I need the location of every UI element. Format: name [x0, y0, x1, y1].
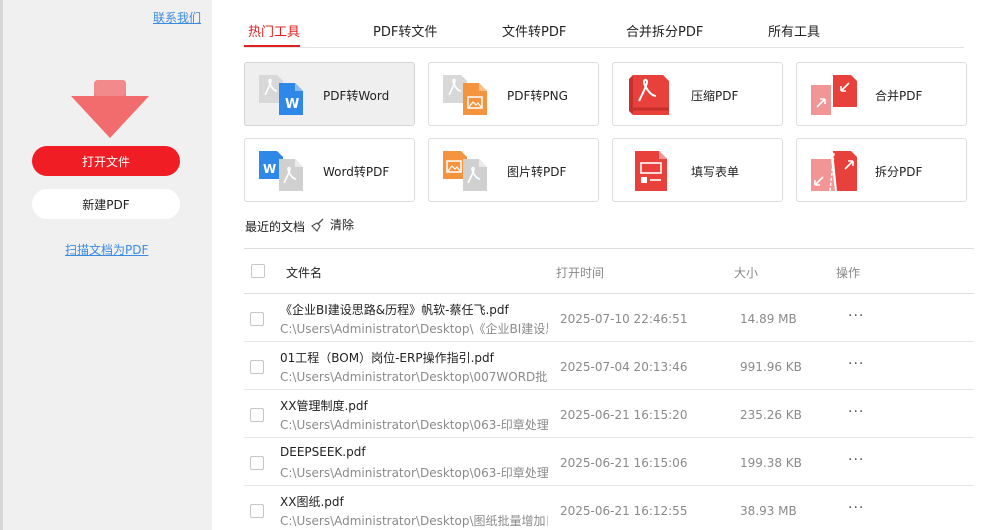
tool-pdf-to-png[interactable]: PDF转PNG — [428, 62, 599, 126]
tool-tabs: 热门工具 PDF转文件 文件转PDF 合并拆分PDF 所有工具 — [212, 0, 981, 50]
more-options-icon[interactable]: ··· — [848, 308, 864, 324]
file-name: DEEPSEEK.pdf — [280, 445, 366, 459]
file-name: XX图纸.pdf — [280, 495, 344, 509]
tool-label: 压缩PDF — [691, 89, 739, 103]
clear-recent-button[interactable]: 清除 — [311, 216, 354, 233]
tool-split-pdf[interactable]: 拆分PDF — [796, 138, 967, 202]
tab-file-to-pdf[interactable]: 文件转PDF — [502, 21, 566, 40]
tool-pdf-to-word[interactable]: W PDF转Word — [244, 62, 415, 126]
file-path: C:\Users\Administrator\Desktop\图纸批量增加日 — [280, 514, 548, 528]
tool-fill-form[interactable]: 填写表单 — [612, 138, 783, 202]
drop-file-arrow-icon — [71, 80, 149, 138]
file-path: C:\Users\Administrator\Desktop\063-印章处理\ — [280, 418, 548, 432]
column-header-size: 大小 — [734, 266, 759, 280]
tool-image-to-pdf[interactable]: 图片转PDF — [428, 138, 599, 202]
tabs-divider — [244, 47, 964, 48]
row-checkbox[interactable] — [250, 408, 264, 422]
tool-word-to-pdf[interactable]: W Word转PDF — [244, 138, 415, 202]
svg-text:W: W — [263, 162, 276, 176]
tool-label: PDF转Word — [323, 89, 390, 103]
file-size: 199.38 KB — [740, 456, 802, 470]
more-options-icon[interactable]: ··· — [848, 356, 864, 372]
table-row[interactable]: 01工程（BOM）岗位-ERP操作指引.pdf C:\Users\Adminis… — [244, 342, 974, 390]
svg-text:W: W — [285, 97, 299, 112]
tab-merge-split[interactable]: 合并拆分PDF — [626, 21, 703, 40]
table-row[interactable]: XX管理制度.pdf C:\Users\Administrator\Deskto… — [244, 390, 974, 438]
open-file-button[interactable]: 打开文件 — [32, 146, 180, 176]
table-row[interactable]: DEEPSEEK.pdf C:\Users\Administrator\Desk… — [244, 438, 974, 486]
column-header-action: 操作 — [836, 266, 861, 280]
file-size: 14.89 MB — [740, 312, 797, 326]
tool-merge-pdf[interactable]: 合并PDF — [796, 62, 967, 126]
new-pdf-button[interactable]: 新建PDF — [32, 189, 180, 219]
tool-label: 合并PDF — [875, 89, 923, 103]
file-name: XX管理制度.pdf — [280, 399, 368, 413]
open-time: 2025-06-21 16:15:20 — [560, 408, 688, 422]
open-time: 2025-06-21 16:12:55 — [560, 504, 688, 518]
table-row[interactable]: 《企业BI建设思路&历程》帆软-蔡任飞.pdf C:\Users\Adminis… — [244, 294, 974, 342]
file-size: 235.26 KB — [740, 408, 802, 422]
file-size: 38.93 MB — [740, 504, 797, 518]
word-to-pdf-icon: W — [259, 151, 303, 191]
broom-icon — [311, 218, 324, 232]
tab-all-tools[interactable]: 所有工具 — [768, 21, 820, 40]
pdf-to-png-icon — [443, 75, 487, 115]
row-checkbox[interactable] — [250, 360, 264, 374]
file-path: C:\Users\Administrator\Desktop\《企业BI建设思 — [280, 322, 548, 336]
more-options-icon[interactable]: ··· — [848, 452, 864, 468]
tool-label: 图片转PDF — [507, 165, 567, 179]
column-header-name: 文件名 — [286, 266, 323, 280]
tool-label: Word转PDF — [323, 165, 390, 179]
file-size: 991.96 KB — [740, 360, 802, 374]
file-name: 《企业BI建设思路&历程》帆软-蔡任飞.pdf — [280, 303, 509, 317]
split-pdf-icon — [811, 151, 857, 192]
file-path: C:\Users\Administrator\Desktop\007WORD批量 — [280, 370, 548, 384]
recent-documents-title: 最近的文档 — [245, 220, 306, 234]
table-row[interactable]: XX图纸.pdf C:\Users\Administrator\Desktop\… — [244, 486, 974, 530]
clear-label: 清除 — [330, 218, 355, 232]
open-time: 2025-07-10 22:46:51 — [560, 312, 688, 326]
select-all-checkbox[interactable] — [251, 264, 265, 278]
merge-pdf-icon — [811, 75, 857, 115]
list-top-divider — [244, 248, 974, 249]
scan-to-pdf-link[interactable]: 扫描文档为PDF — [65, 241, 148, 258]
row-checkbox[interactable] — [250, 456, 264, 470]
file-path: C:\Users\Administrator\Desktop\063-印章处理\ — [280, 466, 548, 480]
left-panel: 联系我们 打开文件 新建PDF 扫描文档为PDF — [0, 0, 212, 530]
tool-label: 填写表单 — [691, 165, 740, 179]
more-options-icon[interactable]: ··· — [848, 500, 864, 516]
row-checkbox[interactable] — [250, 504, 264, 518]
column-header-time: 打开时间 — [556, 266, 605, 280]
contact-us-link[interactable]: 联系我们 — [153, 9, 201, 26]
row-checkbox[interactable] — [250, 312, 264, 326]
tool-label: 拆分PDF — [875, 165, 923, 179]
open-time: 2025-07-04 20:13:46 — [560, 360, 688, 374]
tool-label: PDF转PNG — [507, 89, 568, 103]
pdf-to-word-icon: W — [259, 75, 303, 115]
open-time: 2025-06-21 16:15:06 — [560, 456, 688, 470]
image-to-pdf-icon — [443, 151, 487, 191]
tool-compress-pdf[interactable]: 压缩PDF — [612, 62, 783, 126]
file-name: 01工程（BOM）岗位-ERP操作指引.pdf — [280, 351, 494, 365]
tab-hot-tools[interactable]: 热门工具 — [248, 21, 300, 40]
more-options-icon[interactable]: ··· — [848, 404, 864, 420]
fill-form-icon — [635, 151, 667, 191]
compress-pdf-icon — [629, 75, 669, 115]
main-panel: 热门工具 PDF转文件 文件转PDF 合并拆分PDF 所有工具 W PDF转Wo… — [212, 0, 981, 530]
tab-pdf-to-file[interactable]: PDF转文件 — [373, 21, 437, 40]
